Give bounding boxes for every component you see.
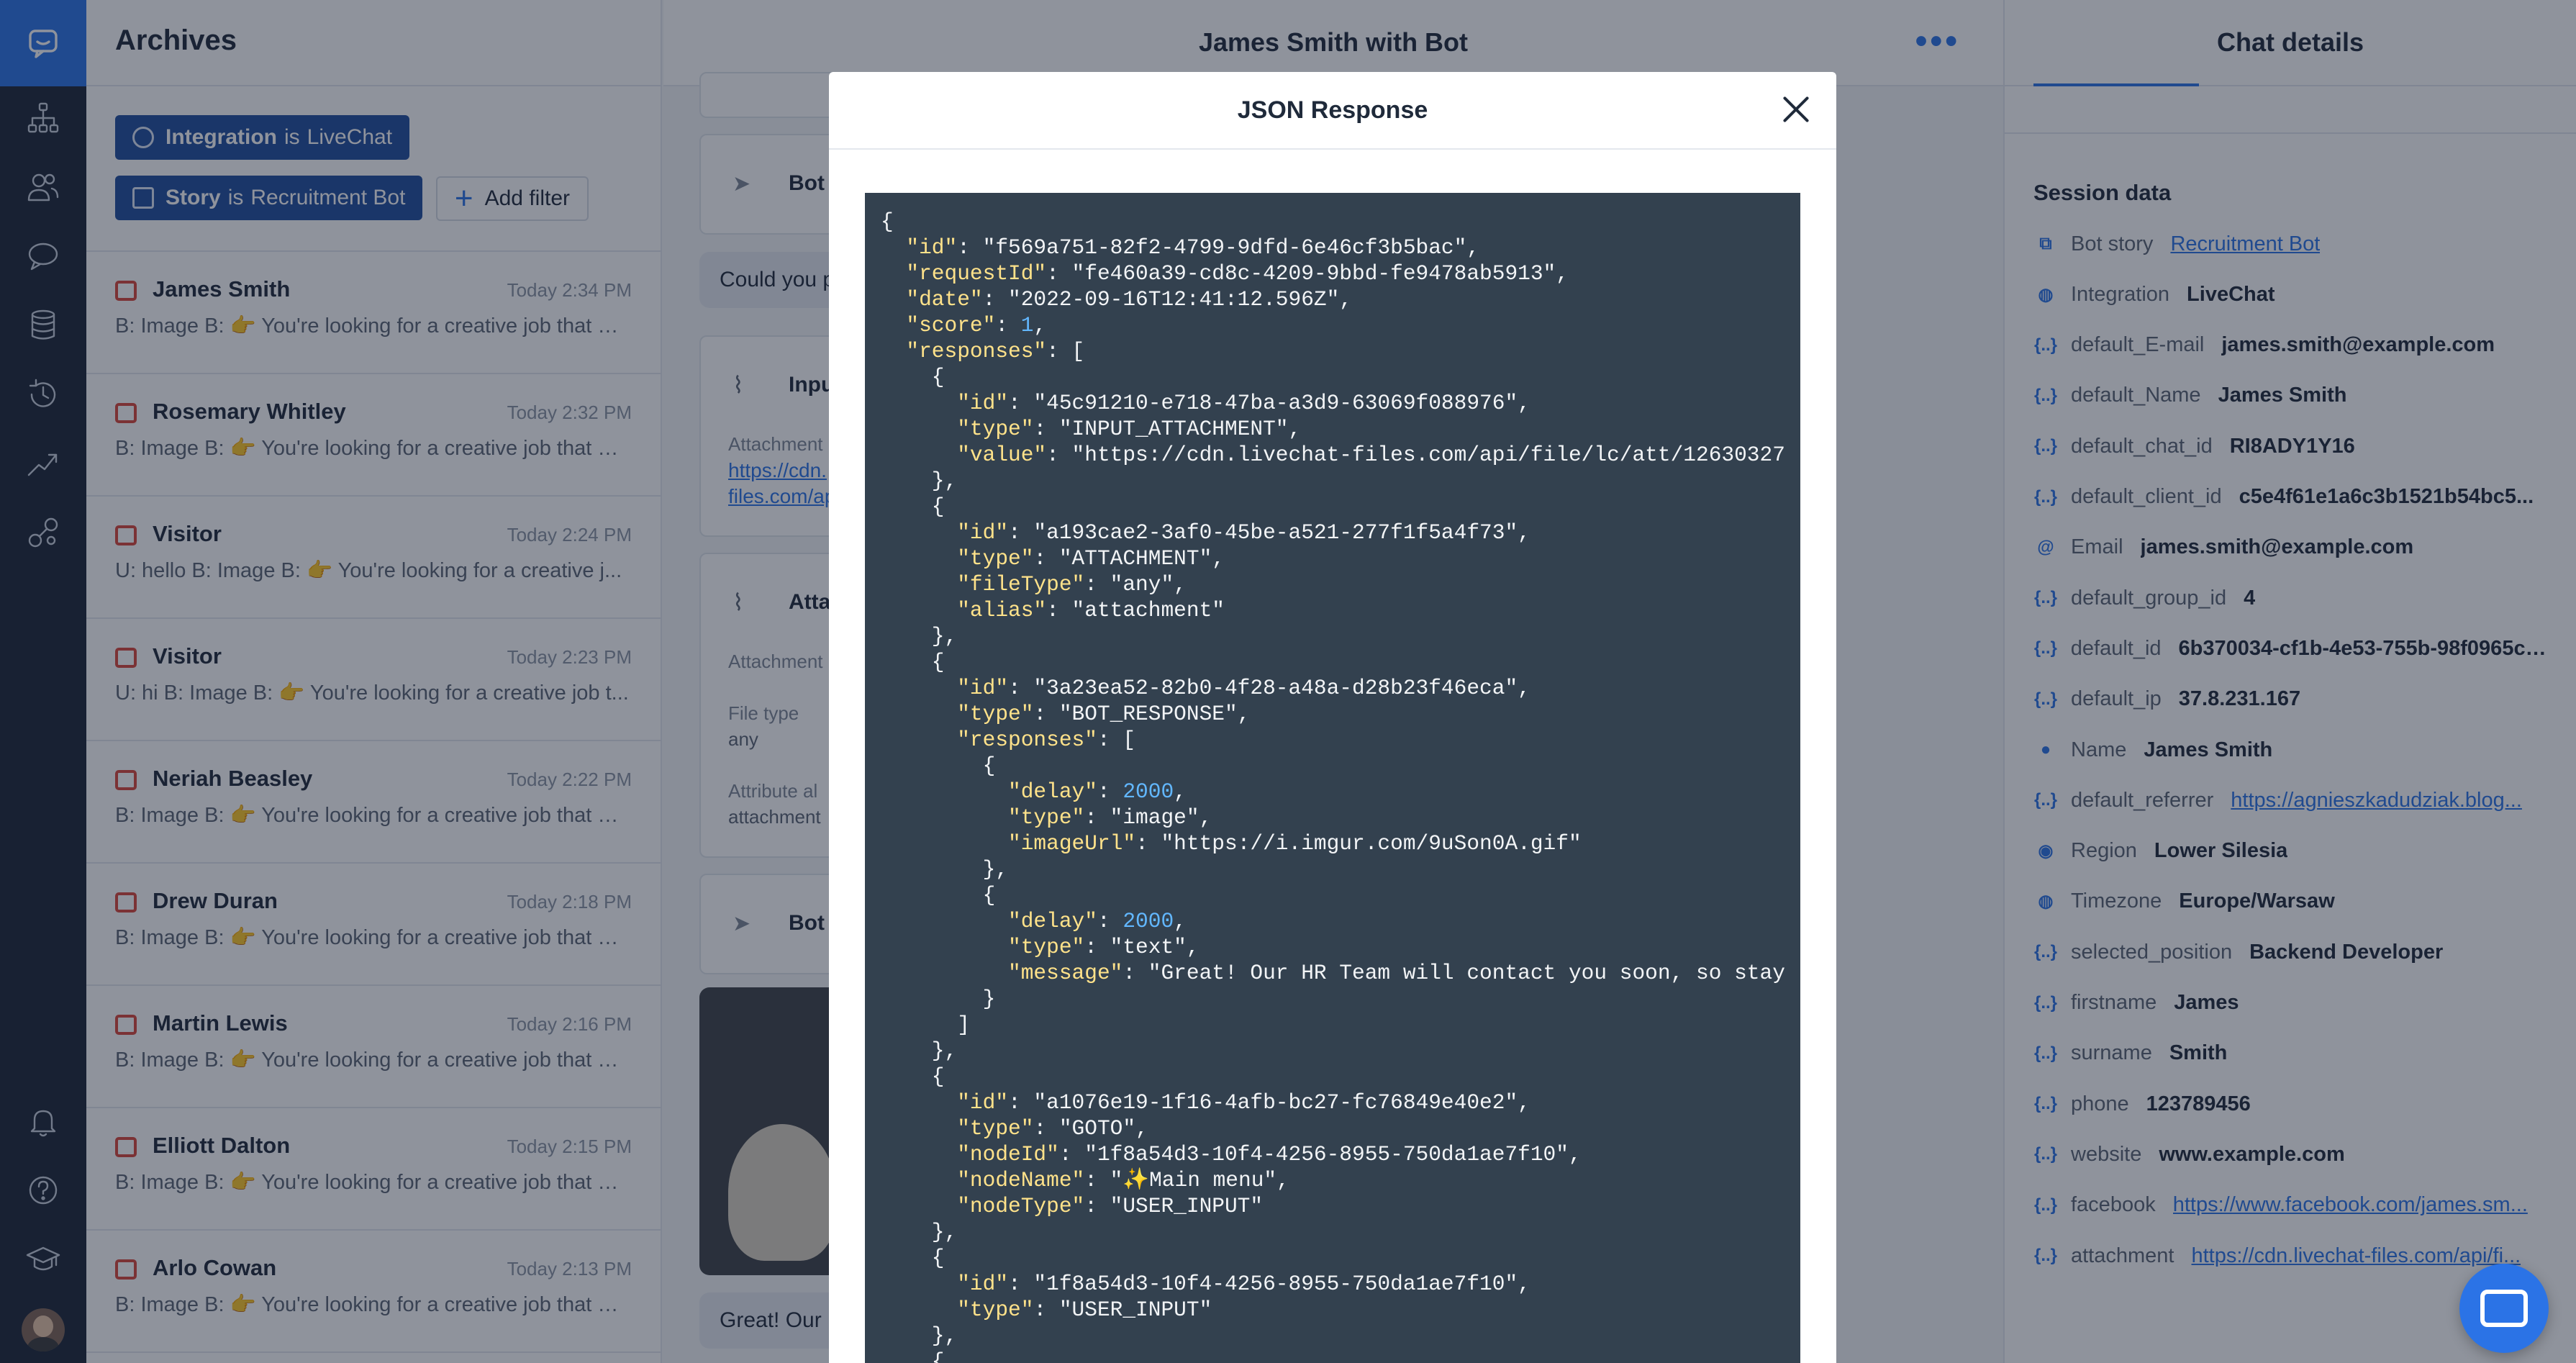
- json-line: "message": "Great! Our HR Team will cont…: [1008, 961, 1785, 985]
- json-line: "delay": 2000,: [1008, 909, 1187, 933]
- json-line: {: [881, 753, 996, 778]
- json-line: },: [881, 857, 1009, 882]
- json-line: }: [881, 987, 996, 1011]
- livechat-widget-button[interactable]: [2459, 1264, 2549, 1353]
- json-line: "responses": [: [906, 339, 1085, 363]
- json-line: "type": "image",: [1008, 805, 1212, 830]
- json-line: {: [881, 883, 996, 907]
- json-line: },: [881, 1038, 958, 1063]
- json-line: "id": "3a23ea52-82b0-4f28-a48a-d28b23f46…: [957, 676, 1530, 700]
- json-line: "fileType": "any",: [957, 572, 1187, 597]
- json-line: {: [881, 650, 945, 674]
- json-line: {: [881, 365, 945, 389]
- json-line: "requestId": "fe460a39-cd8c-4209-9bbd-fe…: [906, 261, 1569, 286]
- close-icon[interactable]: [1777, 91, 1815, 128]
- json-line: "type": "INPUT_ATTACHMENT",: [957, 417, 1302, 441]
- modal-header: JSON Response: [829, 72, 1836, 150]
- json-line: "value": "https://cdn.livechat-files.com…: [957, 443, 1785, 467]
- json-line: },: [881, 1323, 958, 1348]
- json-line: {: [881, 209, 894, 234]
- json-line: },: [881, 624, 958, 648]
- json-line: "type": "USER_INPUT": [957, 1298, 1212, 1322]
- json-line: },: [881, 1220, 958, 1244]
- modal-title: JSON Response: [1237, 96, 1428, 124]
- json-line: "alias": "attachment": [957, 598, 1225, 622]
- json-line: "score": 1,: [906, 313, 1047, 338]
- json-line: {: [881, 1246, 945, 1270]
- json-line: "id": "a193cae2-3af0-45be-a521-277f1f5a4…: [957, 520, 1530, 545]
- json-code-block: { "id": "f569a751-82f2-4799-9dfd-6e46cf3…: [865, 193, 1800, 1363]
- json-line: "nodeName": "✨Main menu",: [957, 1168, 1289, 1192]
- json-line: ]: [881, 1013, 970, 1037]
- json-code: { "id": "f569a751-82f2-4799-9dfd-6e46cf3…: [881, 209, 1785, 1363]
- json-line: "date": "2022-09-16T12:41:12.596Z",: [906, 287, 1353, 312]
- json-line: "imageUrl": "https://i.imgur.com/9uSon0A…: [1008, 831, 1582, 856]
- json-line: "responses": [: [957, 728, 1136, 752]
- json-line: "type": "ATTACHMENT",: [957, 546, 1225, 571]
- json-line: "id": "a1076e19-1f16-4afb-bc27-fc76849e4…: [957, 1090, 1530, 1115]
- json-line: "delay": 2000,: [1008, 779, 1187, 804]
- json-line: {: [881, 494, 945, 519]
- json-line: "type": "text",: [1008, 935, 1199, 959]
- json-line: "nodeType": "USER_INPUT": [957, 1194, 1264, 1218]
- json-line: "type": "GOTO",: [957, 1116, 1148, 1141]
- json-line: "id": "45c91210-e718-47ba-a3d9-63069f088…: [957, 391, 1530, 415]
- json-response-modal: JSON Response { "id": "f569a751-82f2-479…: [829, 72, 1836, 1363]
- json-line: "id": "f569a751-82f2-4799-9dfd-6e46cf3b5…: [906, 235, 1480, 260]
- json-line: "id": "1f8a54d3-10f4-4256-8955-750da1ae7…: [957, 1272, 1530, 1296]
- json-line: {: [881, 1064, 945, 1089]
- json-line: "nodeId": "1f8a54d3-10f4-4256-8955-750da…: [957, 1142, 1582, 1167]
- json-line: },: [881, 468, 958, 493]
- json-line: "type": "BOT_RESPONSE",: [957, 702, 1251, 726]
- json-line: {: [881, 1349, 945, 1363]
